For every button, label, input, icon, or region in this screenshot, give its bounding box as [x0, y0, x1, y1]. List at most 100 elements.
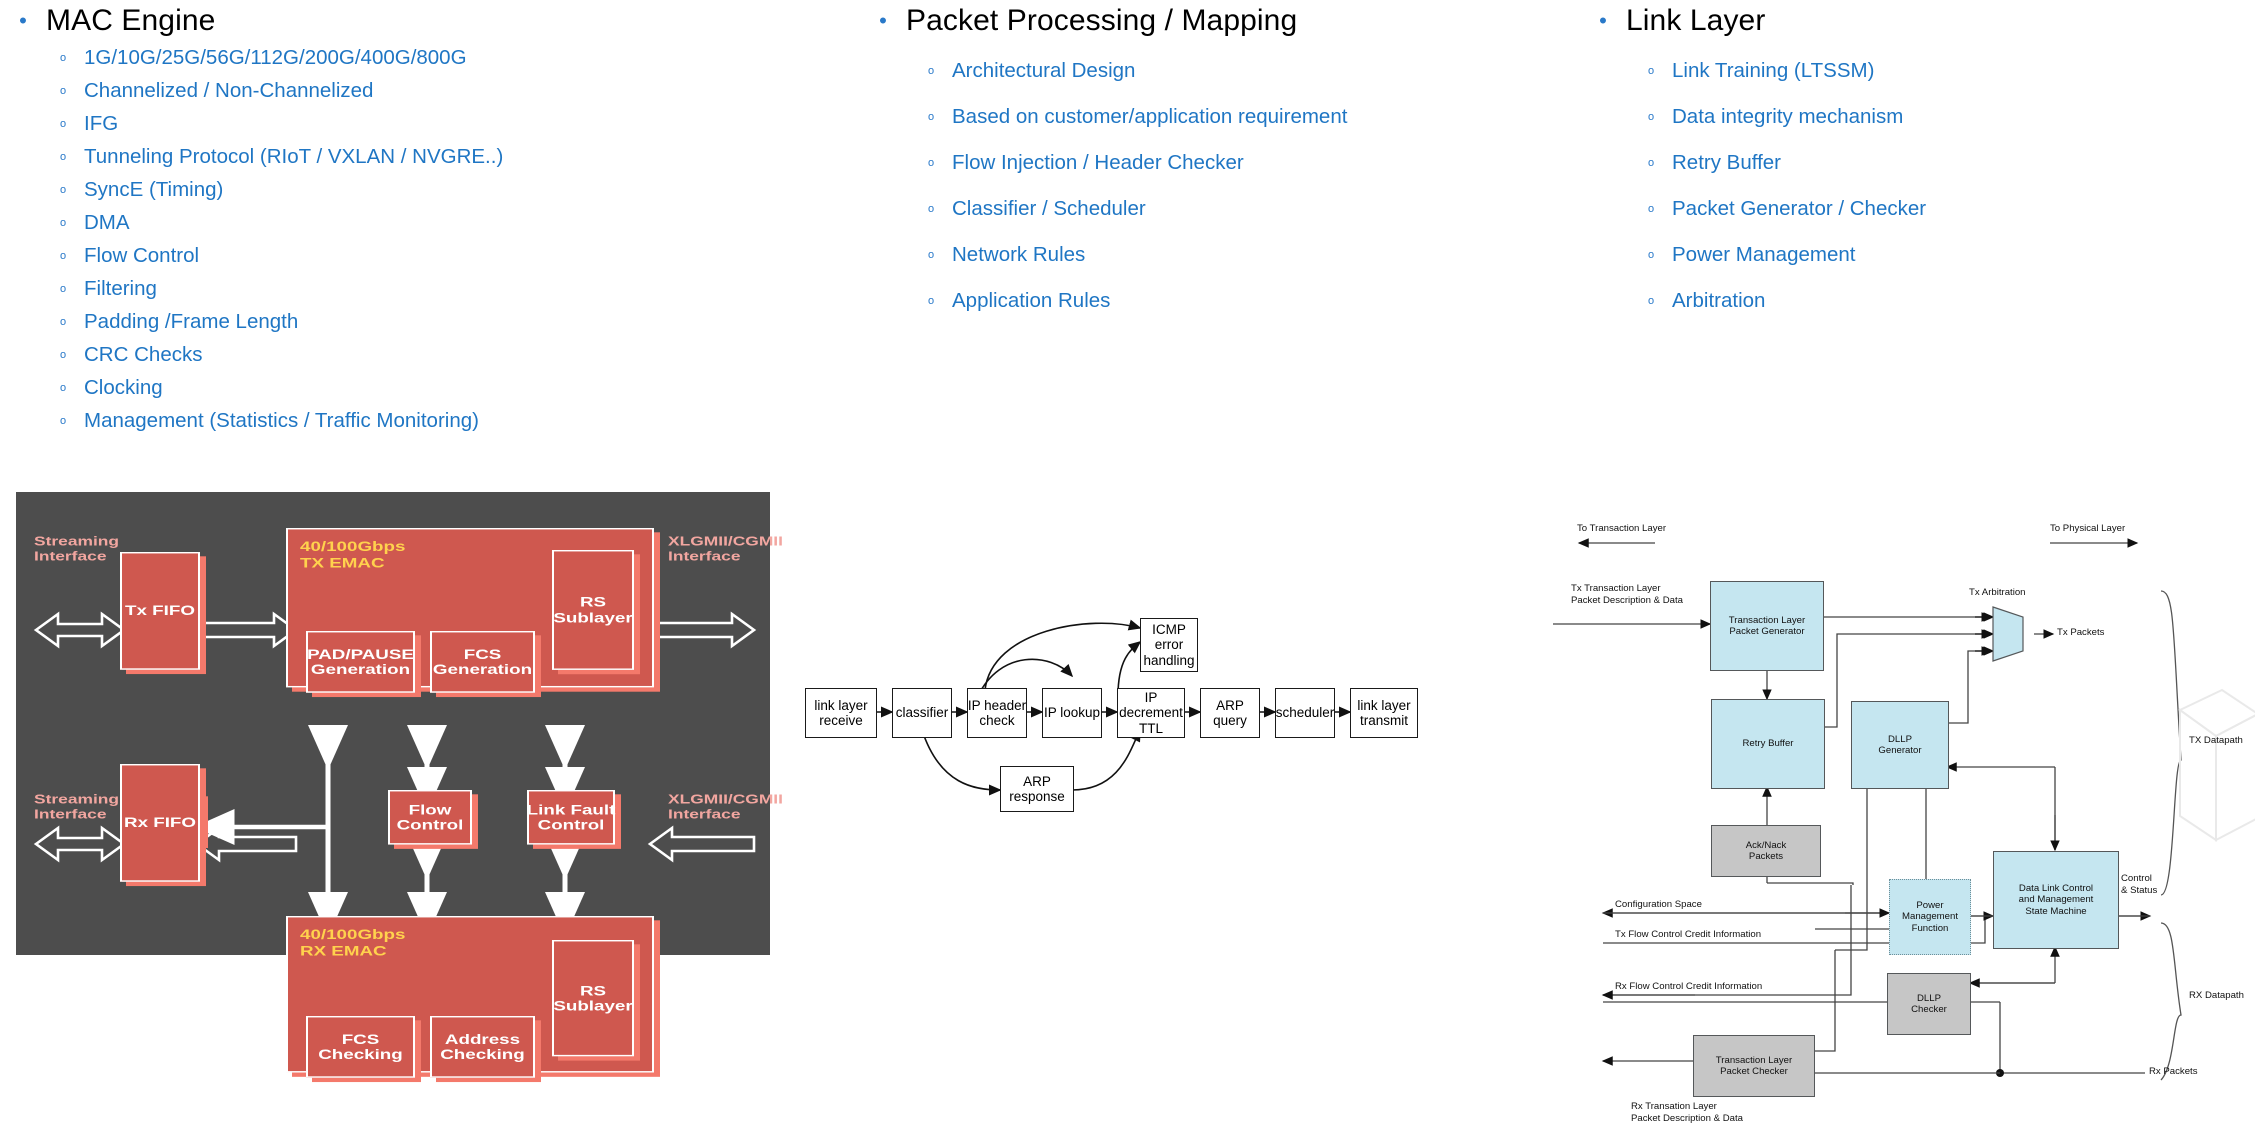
- ip-header-check-node: IP header check: [967, 688, 1027, 738]
- sub-bullet-circle-icon: o: [927, 157, 935, 169]
- rx-datapath-label: RX Datapath: [2189, 990, 2244, 1001]
- list-item-label: Flow Injection / Header Checker: [952, 151, 1244, 174]
- pad-pause-generation-block: PAD/PAUSE Generation: [306, 631, 415, 693]
- sub-bullet-circle-icon: o: [1647, 157, 1655, 169]
- list-item: o Arbitration: [1630, 286, 2255, 316]
- list-item: o Channelized / Non-Channelized: [42, 76, 820, 106]
- list-item: o IFG: [42, 109, 820, 139]
- tx-emac-title-line1: 40/100Gbps: [300, 538, 406, 554]
- list-item: o 1G/10G/25G/56G/112G/200G/400G/800G: [42, 43, 820, 73]
- list-item-label: Application Rules: [952, 289, 1111, 312]
- list-item: o Retry Buffer: [1630, 148, 2255, 178]
- bullet-dot-icon: •: [879, 8, 887, 33]
- sub-bullet-circle-icon: o: [59, 85, 67, 97]
- rx-packets-label: Rx Packets: [2149, 1066, 2198, 1077]
- dllp-checker-block: DLLP Checker: [1887, 973, 1971, 1035]
- list-item: o Flow Injection / Header Checker: [910, 148, 1560, 178]
- tx-packets-label: Tx Packets: [2057, 627, 2105, 638]
- tx-emac-title-line2: TX EMAC: [300, 555, 385, 571]
- power-management-function-block: Power Management Function: [1889, 879, 1971, 955]
- mac-engine-block-diagram: 40/100Gbps TX EMAC PAD/PAUSE Generation …: [16, 483, 783, 1078]
- list-item-label: Flow Control: [84, 244, 200, 267]
- sub-bullet-circle-icon: o: [59, 217, 67, 229]
- rx-emac-title: 40/100Gbps RX EMAC: [300, 926, 500, 960]
- sub-bullet-circle-icon: o: [59, 349, 67, 361]
- rx-fifo-block: Rx FIFO: [120, 764, 200, 882]
- list-item-label: CRC Checks: [84, 343, 203, 366]
- streaming-interface-rx-label: Streaming Interface: [34, 792, 120, 822]
- sub-bullet-circle-icon: o: [927, 65, 935, 77]
- list-item-label: Based on customer/application requiremen…: [952, 105, 1348, 128]
- list-item: o DMA: [42, 208, 820, 238]
- xlgmii-cgmii-tx-label: XLGMII/CGMII Interface: [668, 534, 783, 564]
- list-item: o Classifier / Scheduler: [910, 194, 1560, 224]
- dllp-generator-block: DLLP Generator: [1851, 701, 1949, 789]
- list-item-label: Channelized / Non-Channelized: [84, 79, 374, 102]
- list-item-label: Management (Statistics / Traffic Monitor…: [84, 409, 479, 432]
- list-item-label: DMA: [84, 211, 130, 234]
- tx-transaction-layer-description-label: Tx Transaction Layer Packet Description …: [1571, 583, 1683, 606]
- rs-sublayer-tx-block: RS Sublayer: [552, 550, 634, 670]
- to-physical-layer-label: To Physical Layer: [2050, 523, 2126, 534]
- ip-lookup-node: IP lookup: [1042, 688, 1102, 738]
- heading-mac-engine: • MAC Engine: [0, 2, 820, 40]
- transaction-layer-packet-generator-block: Transaction Layer Packet Generator: [1710, 581, 1824, 671]
- list-item: o CRC Checks: [42, 340, 820, 370]
- data-link-control-state-machine-block: Data Link Control and Management State M…: [1993, 851, 2119, 949]
- list-item: o Tunneling Protocol (RIoT / VXLAN / NVGR…: [42, 142, 820, 172]
- link-layer-receive-node: link layer receive: [805, 688, 877, 738]
- sub-bullet-circle-icon: o: [1647, 111, 1655, 123]
- configuration-space-label: Configuration Space: [1615, 899, 1702, 910]
- sub-bullet-circle-icon: o: [59, 415, 67, 427]
- rx-emac-title-line1: 40/100Gbps: [300, 926, 406, 942]
- fcs-generation-block: FCS Generation: [430, 631, 535, 693]
- list-item: o Link Training (LTSSM): [1630, 56, 2255, 86]
- sub-bullet-circle-icon: o: [59, 151, 67, 163]
- address-checking-block: Address Checking: [430, 1016, 535, 1078]
- list-item: o Based on customer/application requireme…: [910, 102, 1560, 132]
- heading-packet-processing: • Packet Processing / Mapping: [860, 2, 1560, 40]
- arp-query-node: ARP query: [1200, 688, 1260, 738]
- rx-flow-control-credit-label: Rx Flow Control Credit Information: [1615, 981, 1763, 992]
- bullet-dot-icon: •: [1599, 8, 1607, 33]
- classifier-node: classifier: [892, 688, 952, 738]
- list-item-label: Retry Buffer: [1672, 151, 1781, 174]
- list-item: o SyncE (Timing): [42, 175, 820, 205]
- rs-sublayer-rx-block: RS Sublayer: [552, 940, 634, 1057]
- rx-emac-title-line2: RX EMAC: [300, 943, 387, 959]
- list-item: o Data integrity mechanism: [1630, 102, 2255, 132]
- list-item: o Network Rules: [910, 240, 1560, 270]
- scheduler-node: scheduler: [1275, 688, 1335, 738]
- list-item: o Clocking: [42, 373, 820, 403]
- ip-decrement-ttl-node: IP decrement TTL: [1117, 688, 1185, 738]
- xlgmii-cgmii-rx-label: XLGMII/CGMII Interface: [668, 792, 783, 822]
- list-item-label: Link Training (LTSSM): [1672, 59, 1875, 82]
- list-item-label: Classifier / Scheduler: [952, 197, 1146, 220]
- bullet-dot-icon: •: [19, 8, 27, 33]
- sub-bullet-circle-icon: o: [59, 250, 67, 262]
- list-item-label: Filtering: [84, 277, 157, 300]
- sub-bullet-circle-icon: o: [1647, 65, 1655, 77]
- sub-bullet-circle-icon: o: [1647, 203, 1655, 215]
- sub-bullet-circle-icon: o: [59, 184, 67, 196]
- streaming-interface-tx-label: Streaming Interface: [34, 534, 120, 564]
- sub-bullet-circle-icon: o: [59, 382, 67, 394]
- sub-bullet-circle-icon: o: [59, 52, 67, 64]
- list-item-label: Packet Generator / Checker: [1672, 197, 1927, 220]
- packet-processing-flow-diagram: link layer receive classifier IP header …: [800, 600, 1520, 815]
- list-item: o Flow Control: [42, 241, 820, 271]
- control-status-label: Control & Status: [2121, 873, 2158, 896]
- tx-flow-control-credit-label: Tx Flow Control Credit Information: [1615, 929, 1762, 940]
- list-item-label: IFG: [84, 112, 119, 135]
- link-fault-control-block: Link Fault Control: [527, 790, 615, 845]
- list-item-label: Architectural Design: [952, 59, 1136, 82]
- fcs-checking-block: FCS Checking: [306, 1016, 415, 1078]
- list-item-label: 1G/10G/25G/56G/112G/200G/400G/800G: [84, 46, 467, 69]
- list-item: o Management (Statistics / Traffic Monito…: [42, 406, 820, 436]
- arp-response-node: ARP response: [1000, 766, 1074, 812]
- rx-transaction-layer-description-label: Rx Transation Layer Packet Description &…: [1631, 1101, 1743, 1124]
- link-layer-transmit-node: link layer transmit: [1350, 688, 1418, 738]
- list-item: o Application Rules: [910, 286, 1560, 316]
- list-item-label: Network Rules: [952, 243, 1086, 266]
- list-item-label: Data integrity mechanism: [1672, 105, 1904, 128]
